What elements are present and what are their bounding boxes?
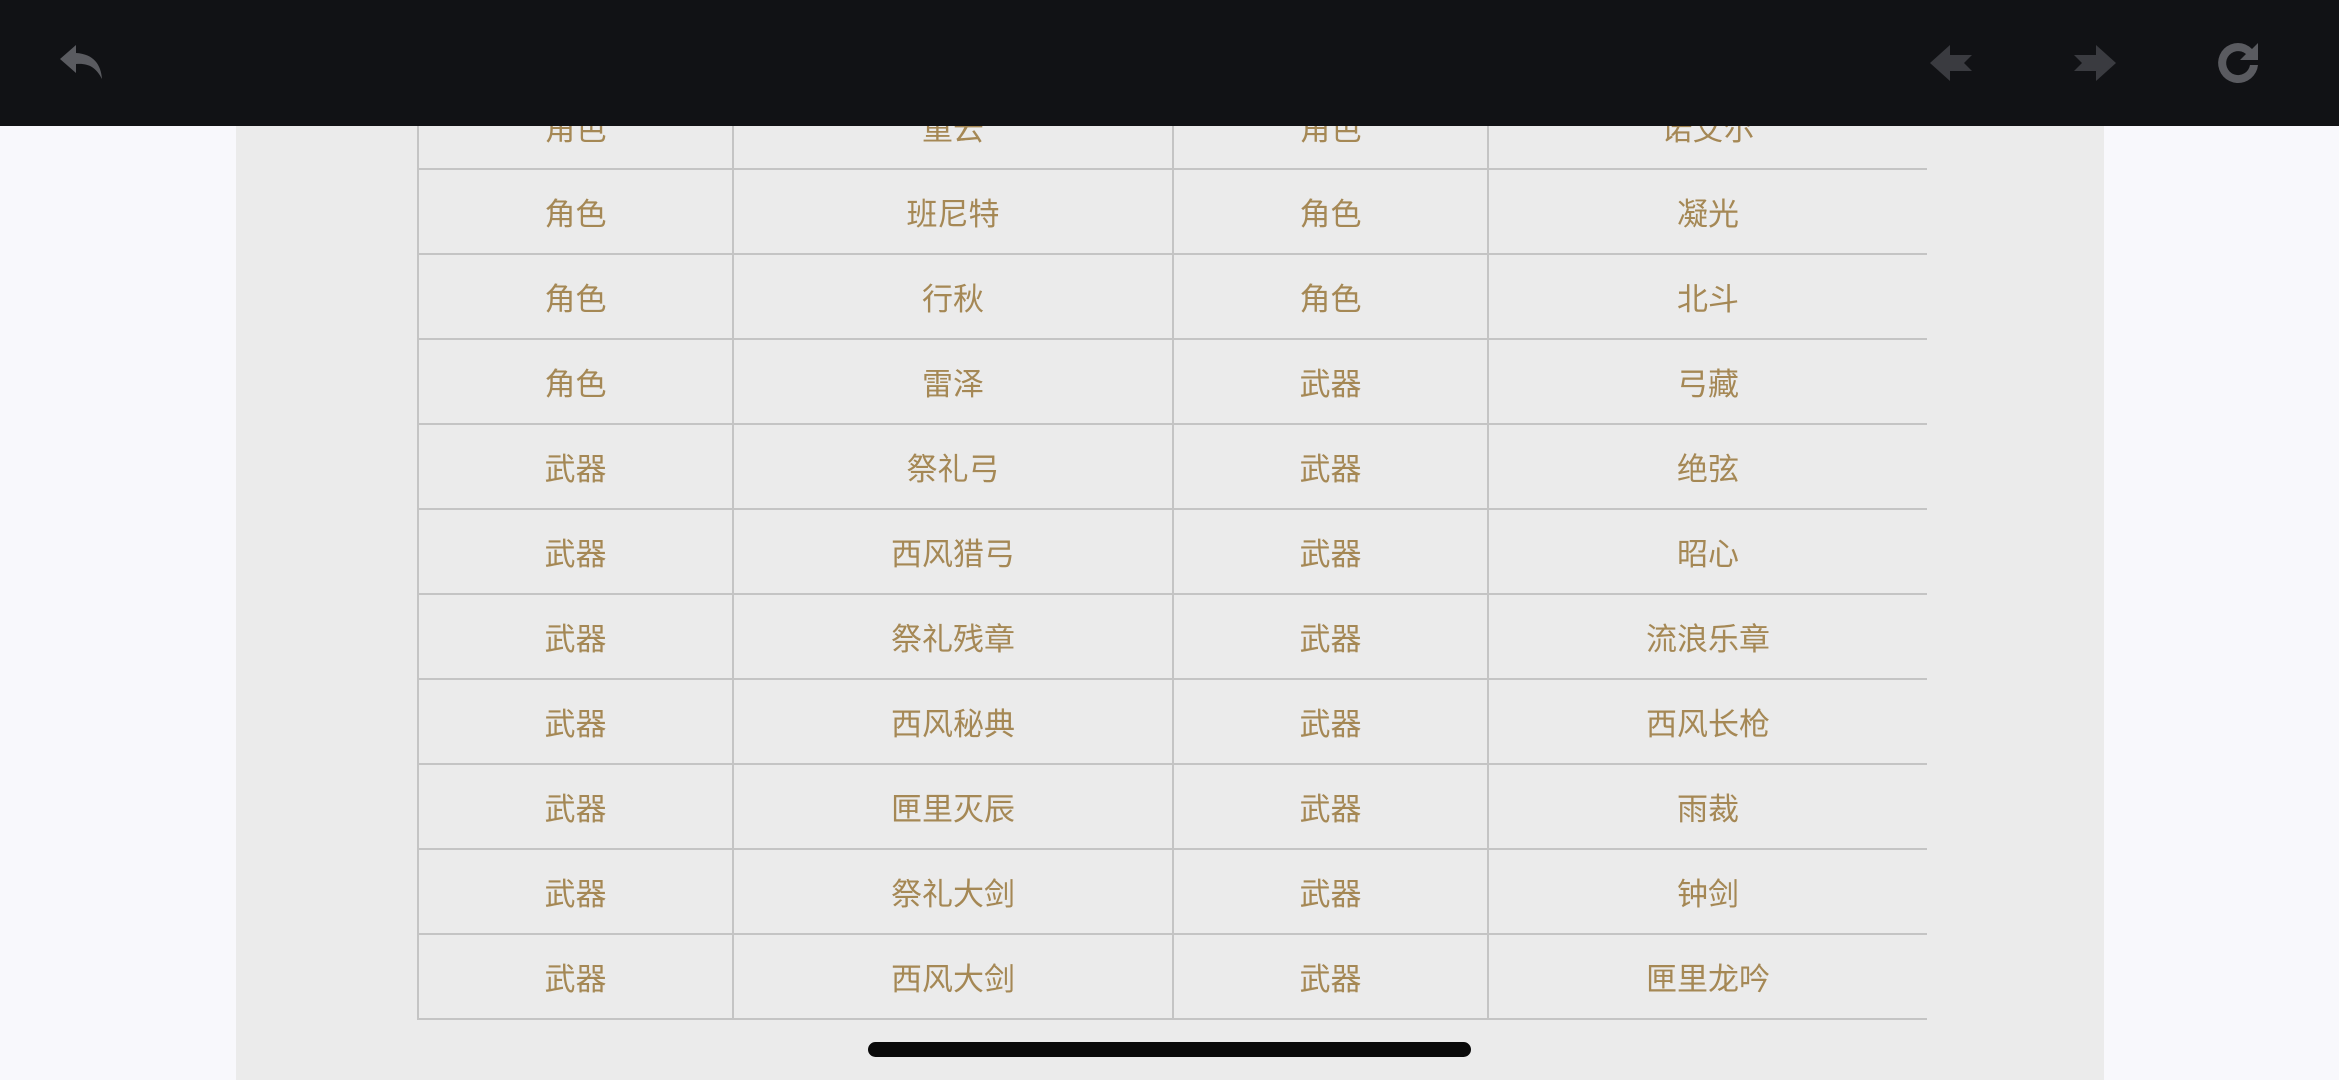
type-cell: 角色 xyxy=(417,168,734,255)
type-cell: 武器 xyxy=(1172,338,1489,425)
type-cell: 武器 xyxy=(417,678,734,765)
type-cell: 武器 xyxy=(1172,848,1489,935)
item-name-cell: 西风猎弓 xyxy=(732,508,1174,595)
item-name-cell: 西风秘典 xyxy=(732,678,1174,765)
back-button[interactable] xyxy=(52,33,112,93)
browser-toolbar xyxy=(0,0,2339,126)
item-name-cell: 匣里龙吟 xyxy=(1487,933,1927,1020)
table-row: 武器 祭礼残章 武器 流浪乐章 xyxy=(417,593,1927,680)
table-row: 武器 匣里灭辰 武器 雨裁 xyxy=(417,763,1927,850)
type-cell: 武器 xyxy=(1172,678,1489,765)
table-row: 武器 祭礼大剑 武器 钟剑 xyxy=(417,848,1927,935)
home-indicator[interactable] xyxy=(868,1042,1471,1057)
item-name-cell: 西风大剑 xyxy=(732,933,1174,1020)
table-scroll-area[interactable]: 角色芭芭拉角色砂糖角色重云角色诺艾尔角色班尼特角色凝光角色行秋角色北斗角色雷泽武… xyxy=(417,76,1927,1080)
arrow-right-icon xyxy=(2074,45,2116,81)
type-cell: 武器 xyxy=(417,508,734,595)
item-name-cell: 班尼特 xyxy=(732,168,1174,255)
item-name-cell: 祭礼残章 xyxy=(732,593,1174,680)
item-name-cell: 雷泽 xyxy=(732,338,1174,425)
item-name-cell: 祭礼弓 xyxy=(732,423,1174,510)
type-cell: 武器 xyxy=(1172,933,1489,1020)
type-cell: 武器 xyxy=(1172,508,1489,595)
item-name-cell: 行秋 xyxy=(732,253,1174,340)
item-name-cell: 昭心 xyxy=(1487,508,1927,595)
type-cell: 角色 xyxy=(417,253,734,340)
undo-arrow-icon xyxy=(60,45,102,79)
table-row: 武器 祭礼弓 武器 绝弦 xyxy=(417,423,1927,510)
item-name-cell: 北斗 xyxy=(1487,253,1927,340)
item-name-cell: 绝弦 xyxy=(1487,423,1927,510)
item-pool-table: 角色芭芭拉角色砂糖角色重云角色诺艾尔角色班尼特角色凝光角色行秋角色北斗角色雷泽武… xyxy=(417,76,1927,1020)
type-cell: 武器 xyxy=(417,848,734,935)
item-name-cell: 祭礼大剑 xyxy=(732,848,1174,935)
prev-page-button[interactable] xyxy=(1922,33,1982,93)
table-row: 角色 雷泽 武器 弓藏 xyxy=(417,338,1927,425)
type-cell: 角色 xyxy=(1172,168,1489,255)
type-cell: 武器 xyxy=(417,423,734,510)
item-name-cell: 雨裁 xyxy=(1487,763,1927,850)
table-row: 角色 行秋 角色 北斗 xyxy=(417,253,1927,340)
type-cell: 角色 xyxy=(417,338,734,425)
item-name-cell: 西风长枪 xyxy=(1487,678,1927,765)
next-page-button[interactable] xyxy=(2064,33,2124,93)
type-cell: 角色 xyxy=(1172,253,1489,340)
type-cell: 武器 xyxy=(417,593,734,680)
item-name-cell: 钟剑 xyxy=(1487,848,1927,935)
item-name-cell: 流浪乐章 xyxy=(1487,593,1927,680)
table-row: 武器 西风秘典 武器 西风长枪 xyxy=(417,678,1927,765)
table-row: 角色 班尼特 角色 凝光 xyxy=(417,168,1927,255)
item-name-cell: 匣里灭辰 xyxy=(732,763,1174,850)
item-name-cell: 凝光 xyxy=(1487,168,1927,255)
reload-button[interactable] xyxy=(2208,33,2268,93)
browser-page: 角色芭芭拉角色砂糖角色重云角色诺艾尔角色班尼特角色凝光角色行秋角色北斗角色雷泽武… xyxy=(0,0,2339,1080)
type-cell: 武器 xyxy=(1172,593,1489,680)
type-cell: 武器 xyxy=(417,933,734,1020)
refresh-icon xyxy=(2218,43,2258,83)
arrow-left-icon xyxy=(1930,45,1972,81)
table-row: 武器 西风猎弓 武器 昭心 xyxy=(417,508,1927,595)
type-cell: 武器 xyxy=(1172,423,1489,510)
type-cell: 武器 xyxy=(1172,763,1489,850)
type-cell: 武器 xyxy=(417,763,734,850)
item-name-cell: 弓藏 xyxy=(1487,338,1927,425)
table-row: 武器 西风大剑 武器 匣里龙吟 xyxy=(417,933,1927,1020)
